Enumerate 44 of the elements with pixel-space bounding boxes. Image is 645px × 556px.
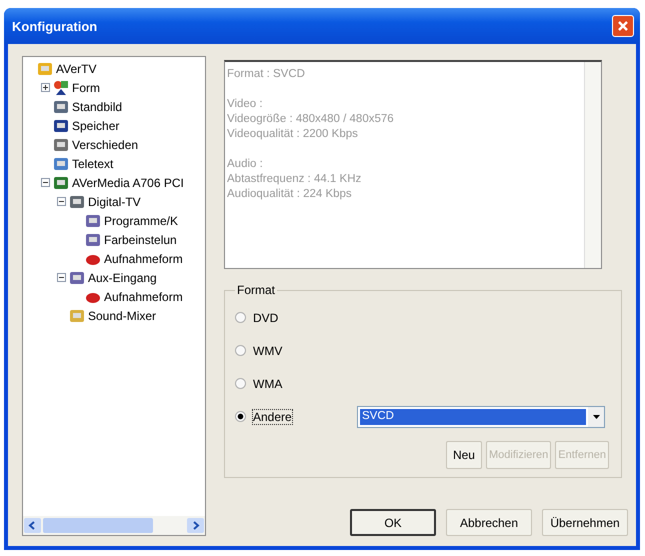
tree-item[interactable]: Teletext xyxy=(72,156,114,170)
info-line: Format : SVCD xyxy=(227,68,306,82)
horizontal-scrollbar[interactable] xyxy=(23,516,205,535)
tree-item[interactable]: Aux-Eingang xyxy=(88,270,157,284)
tree-item[interactable]: Sound-Mixer xyxy=(88,308,156,322)
radio-option[interactable]: WMV xyxy=(235,344,297,358)
scroll-right-icon[interactable] xyxy=(187,518,204,533)
dialog-button[interactable]: Abbrechen xyxy=(446,509,532,536)
window-title: Konfiguration xyxy=(12,18,98,34)
collapse-toggle[interactable] xyxy=(57,273,69,282)
group-title: Format xyxy=(236,283,276,297)
dropdown-caret-icon[interactable] xyxy=(588,406,604,426)
shapes-icon xyxy=(53,80,69,96)
info-line: Audio : xyxy=(227,158,264,172)
tree-item[interactable]: Aufnahmeform xyxy=(104,252,183,266)
dialog-button[interactable]: Übernehmen xyxy=(542,509,628,536)
vertical-scrollbar[interactable] xyxy=(584,62,601,268)
info-line: Videoqualität : 2200 Kbps xyxy=(227,128,359,142)
collapse-toggle[interactable] xyxy=(57,197,69,206)
tree-item[interactable]: Standbild xyxy=(72,100,122,114)
tree-item[interactable]: Verschieden xyxy=(72,138,138,152)
scroll-left-icon[interactable] xyxy=(24,518,41,533)
tree-item[interactable]: Speicher xyxy=(72,118,120,132)
tree-item[interactable]: Farbeinstelun xyxy=(104,232,177,246)
info-line: Abtastfrequenz : 44.1 KHz xyxy=(227,173,362,187)
tree-item[interactable]: AVerMedia A706 PCI xyxy=(72,176,184,190)
collapse-toggle[interactable] xyxy=(41,178,53,187)
info-line: Video : xyxy=(227,98,264,112)
tree-item[interactable]: Aufnahmeform xyxy=(104,290,183,304)
expand-toggle[interactable] xyxy=(41,83,53,92)
radio-option[interactable]: Andere xyxy=(235,410,297,424)
radio-option[interactable]: DVD xyxy=(235,310,297,324)
close-icon xyxy=(617,20,629,32)
tree-item[interactable]: Form xyxy=(72,80,100,94)
info-line: Audioqualität : 224 Kbps xyxy=(227,188,353,202)
dialog-button[interactable]: OK xyxy=(350,509,436,536)
action-button[interactable]: Neu xyxy=(446,441,482,469)
close-button[interactable] xyxy=(612,15,634,37)
tree-item[interactable]: AVerTV xyxy=(56,62,96,76)
radio-option[interactable]: WMA xyxy=(235,376,297,390)
tree-item[interactable]: Programme/K xyxy=(104,214,178,228)
info-line: Videogröße : 480x480 / 480x576 xyxy=(227,113,395,127)
tree-item[interactable]: Digital-TV xyxy=(88,194,141,208)
format-dropdown[interactable]: SVCD xyxy=(357,406,605,428)
